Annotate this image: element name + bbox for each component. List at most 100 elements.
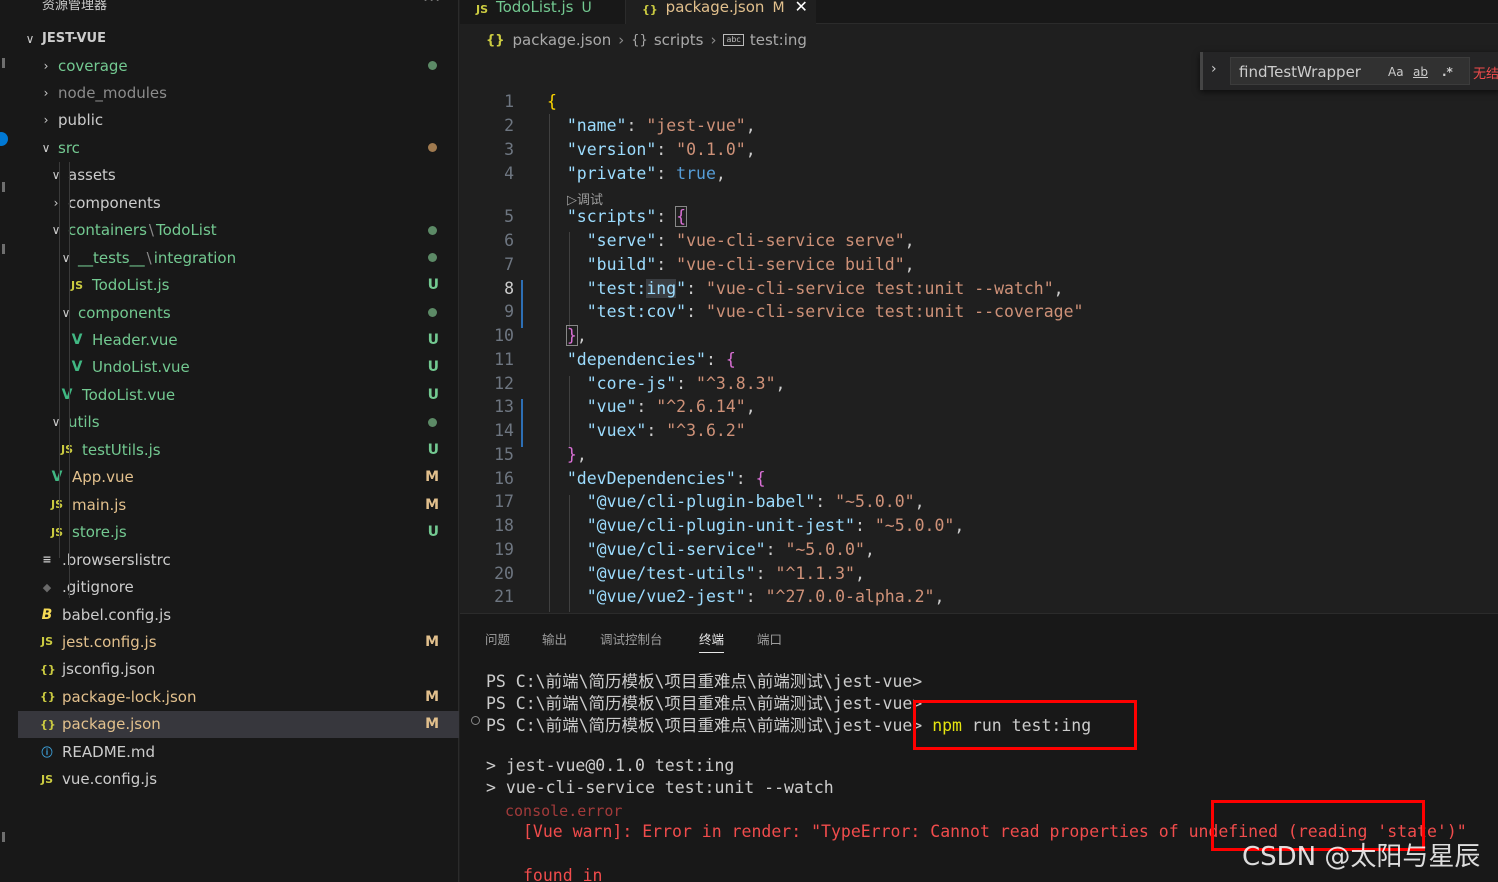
tree-item[interactable]: › components	[18, 189, 459, 216]
find-input[interactable]: findTestWrapper Aa ab .*	[1230, 57, 1470, 85]
tree-item[interactable]: V UndoList.vue U	[18, 354, 459, 381]
activity-icon[interactable]	[2, 58, 5, 68]
tab-debug-console[interactable]: 调试控制台	[600, 629, 663, 648]
tree-item[interactable]: ⓘ README.md	[18, 738, 459, 765]
git-status-dot-icon	[428, 308, 437, 318]
chevron-right-icon[interactable]: ›	[1211, 61, 1217, 77]
activity-icon[interactable]	[2, 832, 5, 842]
tree-item-label: package-lock.json	[62, 687, 197, 706]
tree-item[interactable]: ≡ .browserslistrc	[18, 546, 459, 573]
tree-item[interactable]: ∨ __tests__ \ integration	[18, 244, 459, 271]
tree-item[interactable]: V TodoList.vue U	[18, 381, 459, 408]
tree-item-label: utils	[68, 413, 100, 432]
code-line: 12 "core-js": "^3.8.3",	[494, 374, 786, 393]
breadcrumb-key[interactable]: test:ing	[750, 31, 807, 49]
chevron-down-icon: ∨	[51, 415, 61, 430]
code-line: 9 "test:cov": "vue-cli-service test:unit…	[504, 302, 1084, 321]
tree-item-label: components	[78, 303, 171, 322]
compact-folder-separator: \	[148, 221, 154, 240]
tree-item[interactable]: JS jest.config.js M	[18, 628, 459, 655]
tree-item[interactable]: ∨ src	[18, 134, 459, 161]
tree-item-label: TodoList	[155, 221, 217, 240]
code-line: 7 "build": "vue-cli-service build",	[504, 255, 915, 274]
tree-item[interactable]: JS testUtils.js U	[18, 436, 459, 463]
tab-status: U	[581, 0, 592, 16]
tree-item-label: vue.config.js	[62, 770, 158, 789]
js-file-icon: JS	[70, 278, 83, 292]
tree-item[interactable]: V Header.vue U	[18, 327, 459, 354]
tree-item-label: jest.config.js	[62, 632, 157, 651]
tree-item[interactable]: ∨ assets	[18, 162, 459, 189]
tab-ports[interactable]: 端口	[757, 629, 782, 648]
tree-item[interactable]: {} jsconfig.json	[18, 656, 459, 683]
chevron-right-icon: ›	[43, 58, 49, 73]
regex-toggle[interactable]: .*	[1442, 65, 1453, 79]
debug-codelens[interactable]: ▷调试	[567, 189, 603, 208]
chevron-right-icon: ›	[43, 85, 49, 100]
tab-terminal[interactable]: 终端	[699, 629, 725, 653]
tree-item[interactable]: JS TodoList.js U	[18, 272, 459, 299]
tab-package-json[interactable]: {} package.json M ✕	[626, 0, 816, 24]
tree-item[interactable]: JS store.js U	[18, 519, 459, 546]
vue-file-icon: V	[51, 469, 63, 486]
code-line: 15 },	[494, 445, 587, 464]
git-status-badge: M	[425, 496, 439, 513]
command-decoration-icon[interactable]	[471, 716, 480, 725]
breadcrumb-file[interactable]: package.json	[513, 31, 612, 49]
editor-tabs: JS TodoList.js U {} package.json M ✕	[460, 0, 1498, 24]
tree-item-label: .gitignore	[62, 578, 134, 597]
activity-icon[interactable]	[2, 182, 5, 192]
tree-item-label: components	[68, 193, 161, 212]
explorer-sidebar: 资源管理器 ··· ∨ JEST-VUE › coverage › node_modu…	[18, 0, 459, 882]
tree-item[interactable]: JS vue.config.js	[18, 766, 459, 793]
code-line-current: 8 "test:ing": "vue-cli-service test:unit…	[504, 279, 1064, 298]
tree-item[interactable]: ∨ components	[18, 299, 459, 326]
tab-problems[interactable]: 问题	[485, 629, 510, 648]
tab-status: M	[772, 0, 785, 16]
tab-todolist-js[interactable]: JS TodoList.js U	[460, 0, 626, 24]
tree-item[interactable]: {} package.json M	[18, 710, 459, 738]
explorer-root-folder[interactable]: ∨ JEST-VUE	[18, 25, 459, 52]
tree-item[interactable]: › public	[18, 107, 459, 134]
git-status-badge: U	[427, 359, 439, 376]
chevron-down-icon: ∨	[61, 250, 71, 265]
tree-item[interactable]: JS main.js M	[18, 491, 459, 518]
tree-item[interactable]: Bbabel.config.js	[18, 601, 459, 628]
git-status-badge: M	[425, 633, 439, 650]
tree-item[interactable]: V App.vue M	[18, 464, 459, 491]
tab-label: package.json	[665, 0, 765, 16]
tree-item[interactable]: › coverage	[18, 52, 459, 79]
git-status-dot-icon	[428, 417, 437, 427]
tree-item-label: package.json	[62, 715, 161, 734]
tree-item[interactable]: {} package-lock.json M	[18, 683, 459, 710]
accounts-badge-icon[interactable]	[0, 132, 8, 146]
breadcrumb-section[interactable]: scripts	[654, 31, 704, 49]
whole-word-toggle[interactable]: ab	[1413, 65, 1428, 79]
tab-output[interactable]: 输出	[542, 629, 567, 648]
find-result-count: 无结果	[1473, 67, 1498, 82]
tree-item[interactable]: ∨ utils	[18, 409, 459, 436]
git-status-badge: U	[427, 332, 439, 348]
more-actions-icon[interactable]: ···	[423, 0, 441, 9]
compact-folder-separator: \	[146, 248, 152, 267]
code-line: 3 "version": "0.1.0",	[504, 140, 756, 159]
vue-file-icon: V	[71, 332, 83, 348]
activity-icon[interactable]	[2, 244, 5, 254]
match-case-toggle[interactable]: Aa	[1388, 65, 1404, 79]
console-error-label: console.error	[505, 802, 623, 820]
js-file-icon: JS	[60, 443, 73, 457]
tree-item[interactable]: ◆ .gitignore	[18, 574, 459, 601]
code-editor[interactable]: 1{ 2 "name": "jest-vue", 3 "version": "0…	[460, 90, 1498, 612]
code-line: 13 "vue": "^2.6.14",	[494, 397, 756, 416]
indent-guide	[59, 162, 60, 558]
git-status-badge: M	[425, 688, 439, 705]
babel-file-icon: B	[41, 606, 53, 623]
tree-item[interactable]: › node_modules	[18, 79, 459, 106]
watermark: CSDN @太阳与星辰	[1242, 842, 1481, 872]
code-line: 16 "devDependencies": {	[494, 469, 766, 488]
string-icon: abc	[723, 34, 744, 46]
tree-item-label: UndoList.vue	[92, 358, 190, 377]
tree-item[interactable]: ∨ containers \ TodoList	[18, 217, 459, 244]
terminal-line: > vue-cli-service test:unit --watch	[486, 778, 834, 797]
close-icon[interactable]: ✕	[795, 0, 808, 16]
